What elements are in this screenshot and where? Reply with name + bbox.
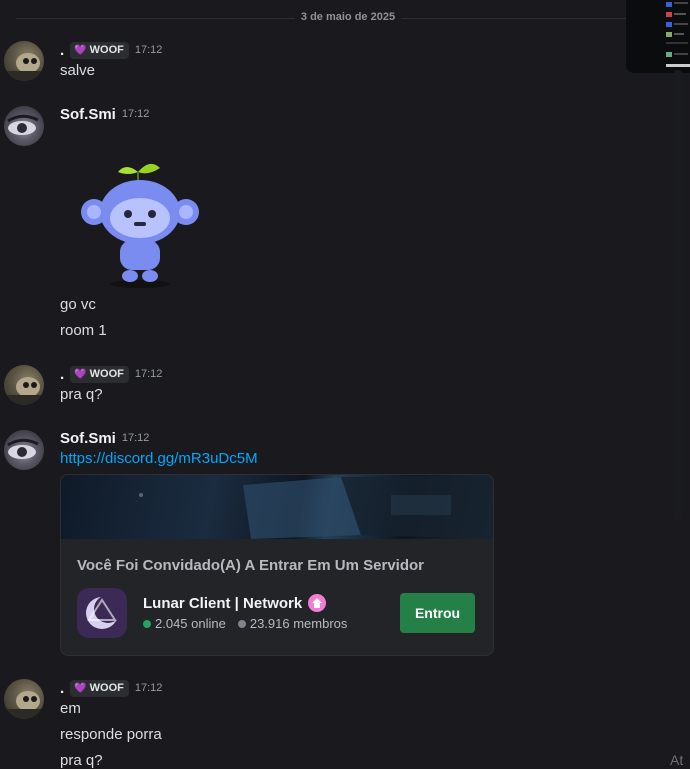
guild-tag[interactable]: 💜 WOOF (70, 41, 129, 59)
corner-text: At (670, 752, 684, 768)
server-invite-card: Você Foi Convidado(A) A Entrar Em Um Ser… (60, 474, 494, 656)
server-icon[interactable] (77, 588, 127, 638)
message: . 💜 WOOF 17:12 salve (0, 40, 670, 84)
guild-tag[interactable]: 💜 WOOF (70, 365, 129, 383)
scrollbar-thumb[interactable] (674, 70, 682, 520)
message-text: go vc (60, 296, 96, 313)
timestamp: 17:12 (134, 682, 163, 694)
online-count-label: 2.045 online (155, 616, 226, 631)
timestamp: 17:12 (134, 368, 163, 380)
online-count: 2.045 online (143, 616, 226, 631)
avatar[interactable] (4, 106, 44, 146)
timestamp: 17:12 (134, 44, 163, 56)
message-text: room 1 (60, 322, 107, 339)
username[interactable]: Sof.Smi (60, 106, 116, 123)
message: . 💜 WOOF 17:12 pra q? (0, 364, 670, 408)
member-count-label: 23.916 membros (249, 616, 348, 631)
message: Sof.Smi 17:12 https://discord.gg/mR3uDc5… (0, 428, 670, 470)
username[interactable]: . (60, 366, 64, 383)
username[interactable]: . (60, 42, 64, 59)
scrollbar-track[interactable] (674, 70, 682, 520)
guild-tag-label: WOOF (89, 368, 124, 380)
guild-tag-label: WOOF (89, 682, 124, 694)
heart-icon: 💜 (74, 44, 87, 56)
message: Sof.Smi 17:12 go vc room 1 (0, 104, 670, 344)
join-server-button[interactable]: Entrou (400, 593, 475, 633)
message-text: pra q? (60, 752, 103, 769)
username[interactable]: Sof.Smi (60, 430, 116, 447)
avatar[interactable] (4, 365, 44, 405)
heart-icon: 💜 (74, 682, 87, 694)
guild-tag[interactable]: 💜 WOOF (70, 679, 129, 697)
server-stats: 2.045 online 23.916 membros (143, 616, 347, 631)
message-text: responde porra (60, 726, 162, 743)
avatar[interactable] (4, 41, 44, 81)
username[interactable]: . (60, 680, 64, 697)
online-dot-icon (143, 620, 151, 628)
date-divider: 3 de maio de 2025 (16, 10, 680, 26)
members-dot-icon (237, 620, 246, 628)
date-divider-label: 3 de maio de 2025 (294, 11, 402, 23)
timestamp: 17:12 (121, 432, 150, 444)
message-text: em (60, 700, 81, 717)
invite-title: Você Foi Convidado(A) A Entrar Em Um Ser… (77, 557, 424, 574)
wumpus-leaf-sticker[interactable] (76, 152, 206, 292)
avatar[interactable] (4, 430, 44, 470)
message-text: pra q? (60, 386, 103, 403)
server-name-label: Lunar Client | Network (143, 594, 303, 612)
timestamp: 17:12 (121, 108, 150, 120)
server-name[interactable]: Lunar Client | Network (143, 594, 327, 612)
message-text: salve (60, 62, 96, 79)
member-count: 23.916 membros (237, 616, 348, 631)
message: . 💜 WOOF 17:12 em responde porra pra q? (0, 678, 670, 769)
invite-link[interactable]: https://discord.gg/mR3uDc5M (60, 450, 258, 467)
server-banner (61, 475, 493, 539)
heart-icon: 💜 (74, 368, 87, 380)
guild-tag-label: WOOF (89, 44, 124, 56)
partner-badge-icon (308, 594, 327, 612)
avatar[interactable] (4, 679, 44, 719)
